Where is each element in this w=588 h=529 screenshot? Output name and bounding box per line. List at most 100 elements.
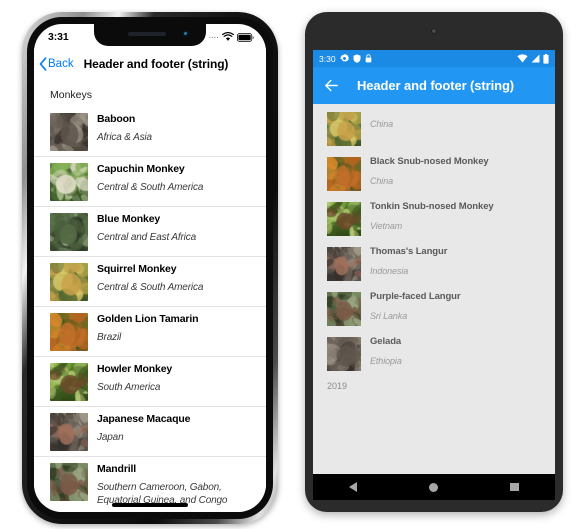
list-item[interactable]: Purple-faced Langur Sri Lanka [313, 286, 555, 331]
monkey-location: Central & South America [97, 182, 204, 193]
back-button-label: Back [48, 58, 74, 70]
iphone-device-frame: 3:31 .... Back Header and footer (string… [22, 12, 278, 524]
monkey-name: Capuchin Monkey [97, 163, 185, 175]
wifi-icon [222, 32, 234, 41]
monkey-name: Tonkin Snub-nosed Monkey [370, 201, 494, 212]
chevron-left-icon [39, 57, 47, 71]
list-item-text: Squirrel Monkey Central & South America [97, 262, 258, 295]
monkey-location: South America [97, 382, 161, 393]
list-item[interactable]: Baboon Africa & Asia [34, 107, 266, 157]
wifi-icon [517, 54, 528, 63]
front-camera-icon [431, 28, 437, 34]
monkey-name: Blue Monkey [97, 213, 161, 225]
monkey-location: China [370, 119, 394, 129]
monkey-thumbnail [50, 313, 88, 351]
android-list-rows: China Black Snub-nosed Monkey China Tonkin … [313, 106, 555, 376]
monkey-name: Squirrel Monkey [97, 263, 177, 275]
android-device-frame: 3:30 Header and footer (string) China Bl… [305, 12, 563, 512]
list-item[interactable]: Tonkin Snub-nosed Monkey Vietnam [313, 196, 555, 241]
page-title: Header and footer (string) [357, 78, 515, 93]
list-item[interactable]: Black Snub-nosed Monkey China [313, 151, 555, 196]
monkey-location: China [370, 176, 394, 186]
android-status-time: 3:30 [319, 53, 336, 64]
monkey-location: Indonesia [370, 266, 409, 276]
list-item[interactable]: Thomas's Langur Indonesia [313, 241, 555, 286]
list-section-header: Monkeys [50, 89, 93, 101]
list-item[interactable]: Squirrel Monkey Central & South America [34, 257, 266, 307]
monkey-thumbnail [50, 463, 88, 501]
monkey-name: Black Snub-nosed Monkey [370, 156, 489, 167]
list-item-text: Capuchin Monkey Central & South America [97, 162, 258, 195]
gear-icon [339, 54, 349, 62]
monkey-location: Sri Lanka [370, 311, 408, 321]
monkey-name: Baboon [97, 113, 136, 125]
monkey-thumbnail [327, 202, 361, 236]
android-status-bar: 3:30 [313, 50, 555, 67]
monkey-thumbnail [50, 163, 88, 201]
list-footer: 2019 [327, 381, 348, 391]
list-item[interactable]: Gelada Ethiopia [313, 331, 555, 376]
list-item-text: Japanese Macaque Japan [97, 412, 258, 445]
list-item-text: Black Snub-nosed Monkey China [370, 156, 545, 187]
battery-icon [237, 32, 254, 42]
monkey-name: Japanese Macaque [97, 413, 191, 425]
page-title: Header and footer (string) [83, 57, 229, 71]
monkey-location: Central & South America [97, 282, 204, 293]
monkey-thumbnail [50, 263, 88, 301]
monkey-thumbnail [50, 213, 88, 251]
monkey-location: Japan [97, 432, 124, 443]
list-item[interactable]: China [313, 106, 555, 151]
home-indicator[interactable] [112, 503, 188, 507]
nav-back-icon[interactable] [349, 482, 358, 492]
monkey-thumbnail [327, 112, 361, 146]
monkey-name: Golden Lion Tamarin [97, 313, 199, 325]
iphone-screen: 3:31 .... Back Header and footer (string… [34, 24, 266, 512]
nav-home-icon[interactable] [429, 482, 439, 492]
list-item-text: Howler Monkey South America [97, 362, 258, 395]
monkey-thumbnail [50, 113, 88, 151]
ios-list-rows: Baboon Africa & Asia Capuchin Monkey Centra… [34, 107, 266, 512]
android-status-left: 3:30 [319, 54, 372, 64]
android-monkey-list[interactable]: China Black Snub-nosed Monkey China Tonkin … [313, 104, 555, 474]
monkey-location: Central and East Africa [97, 232, 197, 243]
ios-navigation-bar: Back Header and footer (string) [34, 48, 266, 81]
monkey-name: Howler Monkey [97, 363, 173, 375]
arrow-left-icon[interactable] [323, 77, 340, 94]
ios-status-dots: .... [208, 32, 219, 40]
android-screen: 3:30 Header and footer (string) China Bl… [313, 50, 555, 474]
ios-status-time: 3:31 [48, 31, 69, 43]
list-item[interactable]: Howler Monkey South America [34, 357, 266, 407]
list-item[interactable]: Golden Lion Tamarin Brazil [34, 307, 266, 357]
ios-monkey-list[interactable]: Monkeys Baboon Africa & Asia Capuchin Monk… [34, 80, 266, 512]
monkey-location: Brazil [97, 332, 122, 343]
back-button[interactable]: Back [34, 57, 74, 71]
monkey-thumbnail [50, 413, 88, 451]
list-item-text: Blue Monkey Central and East Africa [97, 212, 258, 245]
monkey-location: Africa & Asia [97, 132, 152, 143]
monkey-location: Vietnam [370, 221, 403, 231]
monkey-thumbnail [327, 247, 361, 281]
list-item-text: Gelada Ethiopia [370, 336, 545, 367]
ios-status-icons: .... [209, 32, 254, 42]
monkey-name: Mandrill [97, 463, 137, 475]
android-status-icons [517, 53, 549, 64]
nav-recent-icon[interactable] [510, 482, 519, 492]
list-item-text: Mandrill Southern Cameroon, Gabon, Equato… [97, 462, 258, 507]
android-app-bar: Header and footer (string) [313, 67, 555, 104]
list-item-text: Golden Lion Tamarin Brazil [97, 312, 258, 345]
list-item[interactable]: Japanese Macaque Japan [34, 407, 266, 457]
ios-status-bar: 3:31 .... [34, 24, 266, 48]
lock-icon [365, 54, 371, 63]
signal-icon [531, 54, 540, 63]
monkey-thumbnail [50, 363, 88, 401]
shield-icon [353, 54, 361, 63]
list-item-text: Thomas's Langur Indonesia [370, 246, 545, 277]
list-item[interactable]: Blue Monkey Central and East Africa [34, 207, 266, 257]
list-item-text: China [370, 111, 545, 130]
list-item-text: Tonkin Snub-nosed Monkey Vietnam [370, 201, 545, 232]
list-item[interactable]: Capuchin Monkey Central & South America [34, 157, 266, 207]
battery-icon [543, 53, 549, 64]
monkey-name: Thomas's Langur [370, 246, 448, 257]
list-item-text: Purple-faced Langur Sri Lanka [370, 291, 545, 322]
monkey-name: Gelada [370, 336, 402, 347]
